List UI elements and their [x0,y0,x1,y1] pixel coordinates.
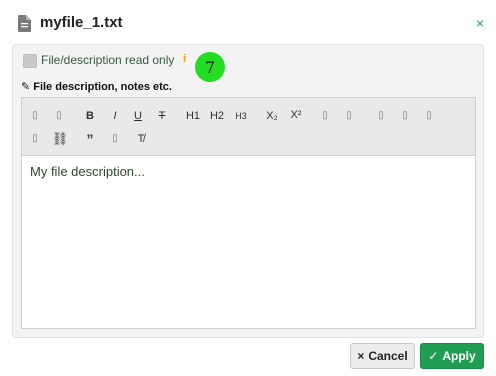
description-label-text: File description, notes etc. [33,81,172,93]
toolbar-btn-2-icon[interactable]: ▯ [54,108,64,124]
step-badge: 7 [195,52,225,82]
pencil-icon: ✎ [21,81,31,93]
readonly-checkbox[interactable] [23,54,37,68]
toolbar-btn-17-icon[interactable]: ▯ [30,131,40,147]
apply-label: Apply [442,349,476,363]
subscript-button[interactable]: X₂ [264,108,280,124]
readonly-label[interactable]: File/description read only [41,53,174,67]
strikethrough-button[interactable]: T [156,108,168,124]
info-icon[interactable]: i [183,53,186,65]
document-icon [18,15,31,32]
close-icon[interactable]: × [476,16,484,30]
toolbar-btn-13-icon[interactable]: ▯ [344,108,354,124]
clear-format-icon[interactable]: T̸ [134,131,148,147]
rich-text-editor[interactable]: ▯ ▯ B I U T H1 H2 H3 X₂ X² ▯ ▯ ▯ ▯ ▯ ▯ ⛓… [21,97,476,329]
editor-toolbar: ▯ ▯ B I U T H1 H2 H3 X₂ X² ▯ ▯ ▯ ▯ ▯ ▯ ⛓… [22,98,475,156]
quote-button[interactable]: ” [84,131,96,147]
link-icon[interactable]: ⛓ [50,131,70,147]
toolbar-btn-14-icon[interactable]: ▯ [376,108,386,124]
editor-content[interactable]: My file description... [30,164,145,179]
toolbar-btn-12-icon[interactable]: ▯ [320,108,330,124]
cancel-label: Cancel [368,349,408,363]
toolbar-btn-1-icon[interactable]: ▯ [30,108,40,124]
dialog-title: myfile_1.txt [40,14,123,31]
dialog-header: myfile_1.txt × [0,0,496,44]
underline-button[interactable]: U [132,108,144,124]
cancel-icon: × [357,349,365,363]
heading3-button[interactable]: H3 [232,108,250,124]
apply-button[interactable]: ✓ Apply [420,343,484,369]
check-icon: ✓ [428,349,439,363]
toolbar-btn-15-icon[interactable]: ▯ [400,108,410,124]
description-label: ✎ File description, notes etc. [21,80,172,93]
heading2-button[interactable]: H2 [208,108,226,124]
toolbar-btn-16-icon[interactable]: ▯ [424,108,434,124]
description-panel: File/description read only i 7 ✎ File des… [12,44,484,338]
heading1-button[interactable]: H1 [184,108,202,124]
italic-button[interactable]: I [110,108,120,124]
bold-button[interactable]: B [84,108,96,124]
toolbar-btn-20-icon[interactable]: ▯ [110,131,120,147]
superscript-button[interactable]: X² [288,107,304,123]
cancel-button[interactable]: × Cancel [350,343,415,369]
